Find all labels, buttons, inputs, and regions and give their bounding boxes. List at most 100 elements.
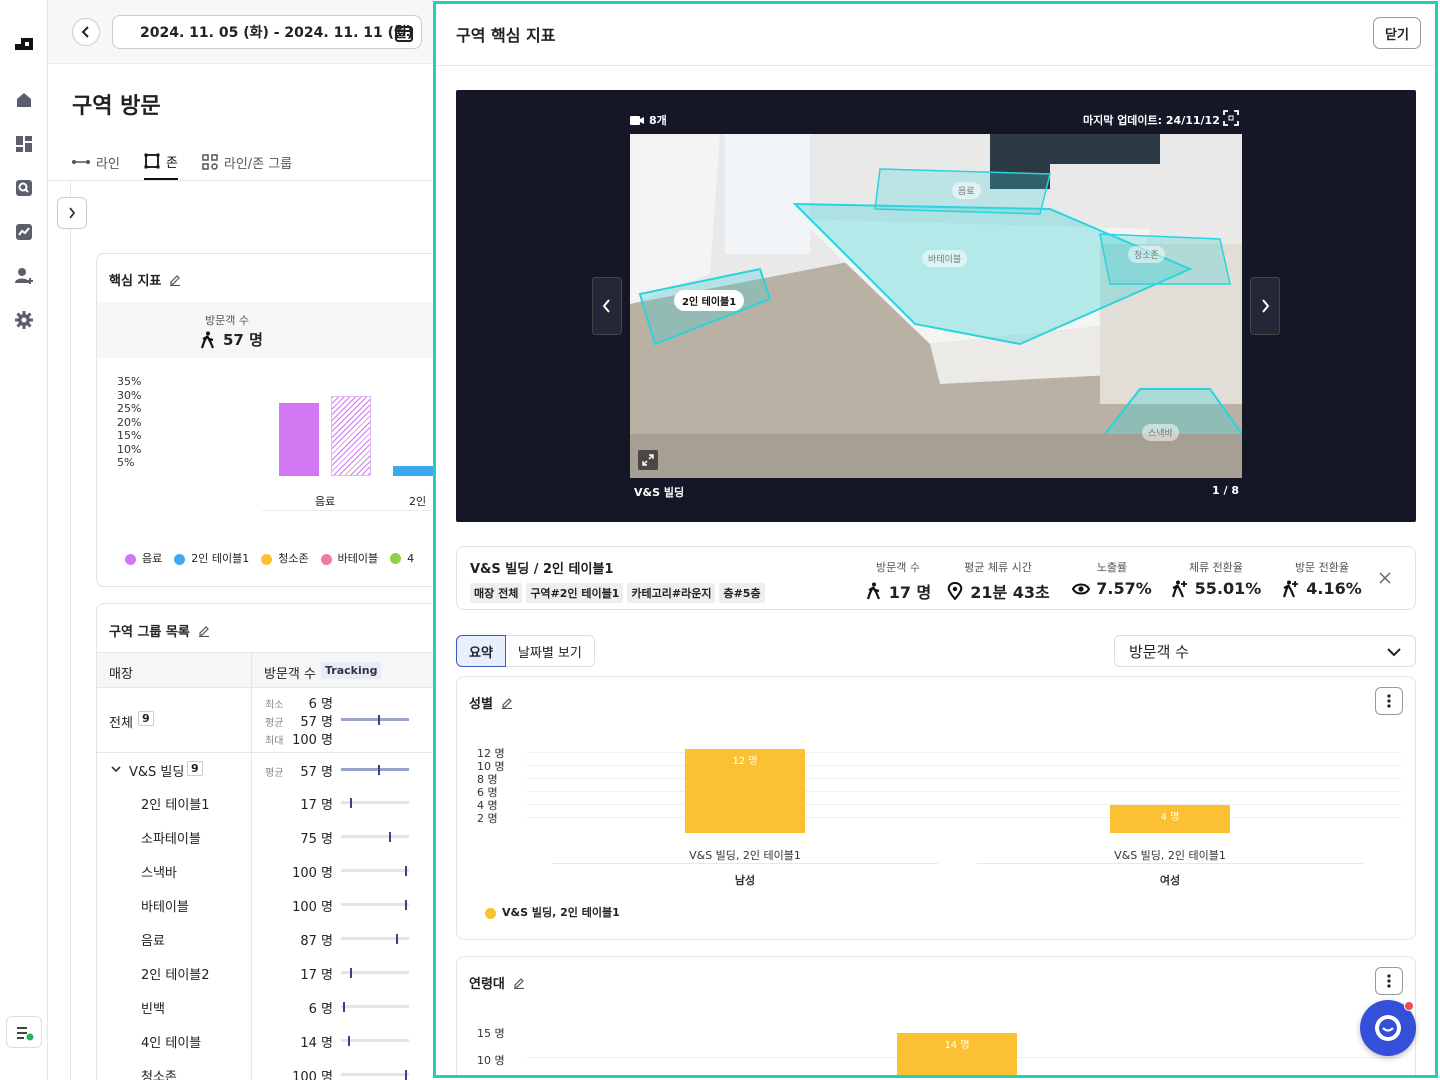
chevron-right-icon <box>69 207 76 219</box>
kpi-card: 핵심 지표 방문객 수 57 명 35% 30% 25% 20% 15% 10% 5% 음료… <box>96 253 438 587</box>
zone-tag: 층#5층 <box>719 583 765 603</box>
expand-video-button[interactable] <box>638 450 658 470</box>
tab-zone-label: 존 <box>165 155 178 171</box>
age-card: 연령대 15 명 10 명 14 명 <box>456 956 1416 1075</box>
metric-value-row: 7.57% <box>1057 579 1167 598</box>
date-range-picker[interactable]: 2024. 11. 05 (화) - 2024. 11. 11 (월) <box>112 15 422 49</box>
close-icon[interactable] <box>1379 572 1391 584</box>
settings-gear-icon[interactable] <box>14 310 34 330</box>
tab-summary[interactable]: 요약 <box>456 635 506 667</box>
legend-item[interactable]: 바테이블 <box>320 550 378 566</box>
col-visitors: 방문객 수 <box>264 667 316 682</box>
zone-level-track <box>341 1070 409 1080</box>
panel-header: 구역 핵심 지표 닫기 <box>436 4 1435 66</box>
gender-card-title: 성별 <box>469 693 513 712</box>
brand-logo-icon[interactable] <box>14 34 34 54</box>
zone-value: 14 명 <box>300 1036 333 1051</box>
age-card-title: 연령대 <box>469 973 525 992</box>
total-label: 전체 <box>109 716 133 731</box>
gender-more-button[interactable] <box>1375 687 1403 715</box>
kpi-y-tick: 5% <box>117 456 135 469</box>
expand-arrows-icon <box>642 454 654 466</box>
chat-bubble-icon <box>1375 1015 1401 1041</box>
view-toggle: 요약 날짜별 보기 <box>456 635 595 667</box>
tab-line-zone-group[interactable]: 라인/존 그룹 <box>202 144 292 180</box>
gender-card: 성별 12 명 10 명8 명6 명4 명2 명 12 명 V&S 빌딩, 2인 테이… <box>456 676 1416 940</box>
camera-count-text: 8개 <box>649 114 667 127</box>
zone-name: 소파테이블 <box>141 832 201 847</box>
metric-value: 21분 43초 <box>970 583 1050 602</box>
chevron-down-icon[interactable] <box>111 765 121 773</box>
left-nav-rail <box>0 0 48 1080</box>
gender-bar-label: V&S 빌딩, 2인 테이블1 <box>689 849 801 862</box>
zone-name: 2인 테이블2 <box>141 968 210 983</box>
metric-select-value: 방문객 수 <box>1129 642 1189 661</box>
next-camera-button[interactable] <box>1250 277 1280 335</box>
user-add-icon[interactable] <box>14 266 34 286</box>
walking-icon <box>866 582 880 600</box>
prev-camera-button[interactable] <box>592 277 622 335</box>
zone-value: 87 명 <box>300 934 333 949</box>
gender-group-axis <box>552 863 938 864</box>
building-count: 9 <box>187 761 203 776</box>
checklist-icon <box>17 1027 34 1041</box>
legend-dot <box>485 907 496 919</box>
close-button[interactable]: 닫기 <box>1373 17 1421 49</box>
stat-min-value: 6 명 <box>308 697 333 712</box>
zone-label-2-table[interactable]: 2인 테이블1 <box>674 290 745 311</box>
zone-name: 청소존 <box>141 1070 177 1080</box>
fullscreen-icon[interactable] <box>1223 110 1239 126</box>
edit-pencil-icon[interactable] <box>501 697 513 709</box>
metric-value-row: 17 명 <box>843 579 953 603</box>
sidebar-border <box>70 181 71 1080</box>
kpi-card-title: 핵심 지표 <box>109 270 181 289</box>
age-more-button[interactable] <box>1375 967 1403 995</box>
table-header: 매장 방문객 수 Tracking <box>97 652 438 688</box>
edit-pencil-icon[interactable] <box>198 625 210 637</box>
gender-gridline <box>527 778 1402 779</box>
chat-button[interactable] <box>1360 1000 1416 1056</box>
legend-item: V&S 빌딩, 2인 테이블1 <box>485 904 620 920</box>
tab-by-date[interactable]: 날짜별 보기 <box>505 635 595 667</box>
search-report-icon[interactable] <box>14 178 34 198</box>
zone-level-track <box>341 900 409 910</box>
edit-pencil-icon[interactable] <box>169 274 181 286</box>
tab-zone[interactable]: 존 <box>143 144 178 180</box>
checklist-button[interactable] <box>6 1016 42 1048</box>
legend-item[interactable]: 4 <box>390 552 414 565</box>
legend-item[interactable]: 음료 <box>125 550 162 566</box>
expand-sidebar-button[interactable] <box>57 197 87 229</box>
bar-2-table <box>393 466 438 476</box>
zone-metric: 노출률 7.57% <box>1057 559 1167 598</box>
zone-label-snackbar[interactable]: 스낵바 <box>1142 424 1179 441</box>
tab-line[interactable]: 라인 <box>72 144 120 180</box>
legend-label: 음료 <box>142 552 163 565</box>
gender-gridline <box>527 804 1402 805</box>
dashboard-icon[interactable] <box>14 134 34 154</box>
back-button[interactable] <box>72 18 100 46</box>
zone-level-marker <box>350 798 352 808</box>
metric-select[interactable]: 방문객 수 <box>1114 635 1416 667</box>
legend-dot <box>261 553 273 565</box>
date-toolbar: 2024. 11. 05 (화) - 2024. 11. 11 (월) <box>48 0 438 64</box>
zone-label-cleaning[interactable]: 청소존 <box>1128 246 1165 263</box>
legend-item[interactable]: 2인 테이블1 <box>174 550 249 566</box>
legend-item[interactable]: 청소존 <box>261 550 309 566</box>
edit-pencil-icon[interactable] <box>513 977 525 989</box>
kpi-title-text: 핵심 지표 <box>109 274 162 289</box>
zone-level-marker <box>405 900 407 910</box>
gender-gridline <box>527 817 1402 818</box>
zone-value: 6 명 <box>308 1002 333 1017</box>
home-icon[interactable] <box>14 90 34 110</box>
gender-bar-value: 12 명 <box>732 756 758 767</box>
zone-label-bar-table[interactable]: 바테이블 <box>922 250 968 267</box>
chevron-down-icon <box>1387 648 1401 657</box>
trend-chart-icon[interactable] <box>14 222 34 242</box>
zone-value: 100 명 <box>292 1070 333 1080</box>
gender-bar-label: V&S 빌딩, 2인 테이블1 <box>1114 849 1226 862</box>
walking-icon <box>200 331 215 348</box>
legend-label: 청소존 <box>278 552 309 565</box>
zone-name: 4인 테이블 <box>141 1036 202 1051</box>
tracking-badge: Tracking <box>321 662 382 679</box>
zone-label-drink[interactable]: 음료 <box>952 182 981 199</box>
